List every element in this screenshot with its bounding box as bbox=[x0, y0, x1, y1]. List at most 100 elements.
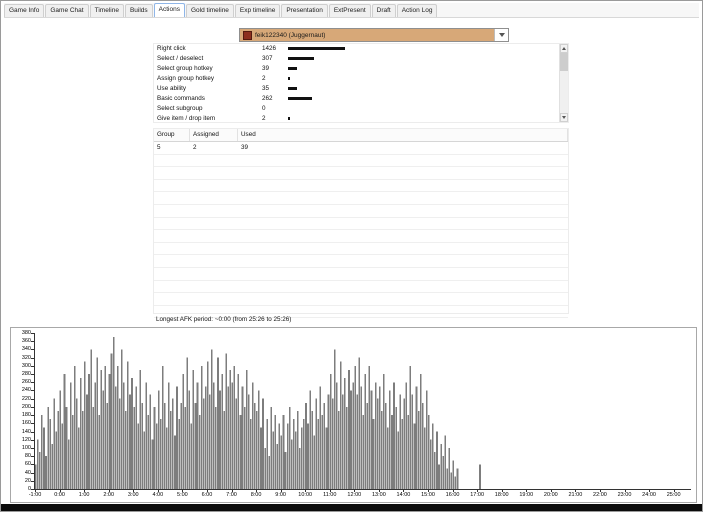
column-header-group[interactable]: Group bbox=[154, 129, 190, 141]
table-row[interactable]: 5 2 39 bbox=[154, 142, 568, 155]
table-row-empty bbox=[154, 255, 568, 268]
column-header-assigned[interactable]: Assigned bbox=[190, 129, 238, 141]
y-tick-label: 120 bbox=[21, 436, 31, 443]
action-row[interactable]: Right click 1426 bbox=[154, 44, 559, 54]
tab-actions[interactable]: Actions bbox=[153, 3, 185, 17]
tab-timeline[interactable]: Timeline bbox=[89, 4, 124, 17]
apm-bars bbox=[35, 337, 481, 489]
x-tick-label: 4:00 bbox=[152, 492, 164, 498]
table-cell bbox=[238, 218, 568, 230]
table-row-empty bbox=[154, 167, 568, 180]
table-row-empty bbox=[154, 293, 568, 306]
tab-game-chat[interactable]: Game Chat bbox=[45, 4, 89, 17]
y-tick-label: 20 bbox=[24, 477, 31, 484]
y-tick bbox=[31, 406, 34, 408]
table-cell bbox=[190, 255, 238, 267]
x-tick-label: 7:00 bbox=[226, 492, 237, 498]
y-tick bbox=[31, 349, 34, 351]
y-tick-label: 280 bbox=[21, 371, 31, 378]
x-tick-label: 14:00 bbox=[396, 492, 411, 498]
group-table-body: 5 2 39 bbox=[154, 142, 568, 331]
scrollbar-thumb[interactable] bbox=[560, 53, 568, 71]
y-tick-label: 260 bbox=[21, 379, 31, 386]
action-label: Basic commands bbox=[157, 94, 205, 102]
y-tick bbox=[31, 456, 34, 458]
y-tick-label: 320 bbox=[21, 354, 31, 361]
action-count: 2 bbox=[262, 75, 266, 83]
column-header-used[interactable]: Used bbox=[238, 129, 568, 141]
action-count: 35 bbox=[262, 85, 270, 92]
tab-extpresent[interactable]: ExtPresent bbox=[328, 4, 371, 17]
action-count: 262 bbox=[262, 94, 273, 102]
afk-period-text: Longest AFK period: ~0:00 (from 25:26 to… bbox=[156, 316, 292, 323]
table-cell bbox=[238, 293, 568, 305]
action-label: Select subgroup bbox=[157, 104, 203, 112]
y-tick bbox=[31, 464, 34, 466]
x-tick-label: 8:00 bbox=[250, 492, 262, 498]
dropdown-arrow-button[interactable] bbox=[494, 29, 508, 41]
x-tick-label: 19:00 bbox=[519, 492, 534, 498]
action-label: Select group hotkey bbox=[157, 65, 213, 73]
x-tick-label: 16:00 bbox=[445, 492, 460, 498]
apm-chart: 0 20 40 60 80 100 120 140 160 180 200 220 240 260 280 3… bbox=[10, 327, 697, 503]
action-row[interactable]: Assign group hotkey 2 bbox=[154, 74, 559, 84]
table-cell bbox=[238, 155, 568, 167]
table-row-empty bbox=[154, 230, 568, 243]
tab-draft[interactable]: Draft bbox=[371, 4, 396, 17]
table-cell bbox=[190, 218, 238, 230]
x-tick-label: 0:00 bbox=[54, 492, 65, 498]
tab-gold-timeline[interactable]: Gold timeline bbox=[185, 4, 234, 17]
scroll-up-button[interactable] bbox=[560, 44, 568, 53]
group-table-header: Group Assigned Used bbox=[154, 129, 568, 142]
y-tick bbox=[31, 374, 34, 376]
arrow-up-icon bbox=[562, 47, 566, 50]
action-row[interactable]: Select subgroup 0 bbox=[154, 103, 559, 113]
action-row[interactable]: Use ability 35 bbox=[154, 84, 559, 94]
action-row[interactable]: Basic commands 262 bbox=[154, 93, 559, 103]
action-count-bar bbox=[288, 116, 290, 120]
actions-list-scrollbar[interactable] bbox=[559, 44, 568, 122]
action-row[interactable]: Give item / drop item 2 bbox=[154, 113, 559, 122]
x-tick-label: 1:00 bbox=[78, 492, 90, 498]
y-tick-label: 300 bbox=[21, 362, 31, 369]
table-cell bbox=[190, 205, 238, 217]
y-tick-label: 80 bbox=[24, 453, 31, 460]
x-tick-label: 17:00 bbox=[470, 492, 485, 498]
action-count-bar bbox=[288, 57, 314, 61]
x-tick-label: 10:00 bbox=[298, 492, 313, 498]
action-count-bar bbox=[288, 77, 290, 81]
tab-game-info[interactable]: Game Info bbox=[4, 4, 45, 17]
tab-action-log[interactable]: Action Log bbox=[396, 4, 438, 17]
table-row-empty bbox=[154, 180, 568, 193]
tab-exp-timeline[interactable]: Exp timeline bbox=[234, 4, 281, 17]
tab-presentation[interactable]: Presentation bbox=[281, 4, 328, 17]
table-cell bbox=[154, 243, 190, 255]
action-count-bar bbox=[288, 87, 297, 90]
y-tick bbox=[31, 489, 34, 490]
x-tick-label: 9:00 bbox=[275, 492, 286, 498]
x-tick-label: 6:00 bbox=[201, 492, 213, 498]
x-tick-label: 18:00 bbox=[494, 492, 509, 498]
scroll-down-button[interactable] bbox=[560, 113, 568, 122]
bottom-bar bbox=[1, 504, 702, 511]
action-row[interactable]: Select / deselect 307 bbox=[154, 54, 559, 64]
tab-builds[interactable]: Builds bbox=[124, 4, 153, 17]
table-cell bbox=[190, 167, 238, 179]
player-dropdown[interactable]: feik122340 (Juggernaut) bbox=[239, 28, 509, 42]
x-tick-label: 5:00 bbox=[177, 492, 188, 498]
action-count: 2 bbox=[262, 114, 266, 122]
action-row[interactable]: Select group hotkey 39 bbox=[154, 64, 559, 74]
table-row-empty bbox=[154, 155, 568, 168]
table-cell: 5 bbox=[157, 144, 161, 151]
table-cell bbox=[190, 281, 238, 293]
table-cell bbox=[190, 268, 238, 280]
tab-strip: Game Info Game Chat Timeline Builds Actions G… bbox=[4, 3, 699, 18]
arrow-down-icon bbox=[562, 116, 566, 119]
y-tick bbox=[31, 398, 34, 400]
x-tick-label: 15:00 bbox=[421, 492, 435, 498]
x-tick-label: 24:00 bbox=[642, 492, 656, 498]
table-cell bbox=[190, 243, 238, 255]
y-tick-label: 200 bbox=[21, 403, 31, 410]
table-cell bbox=[190, 230, 238, 242]
table-cell bbox=[238, 192, 568, 204]
